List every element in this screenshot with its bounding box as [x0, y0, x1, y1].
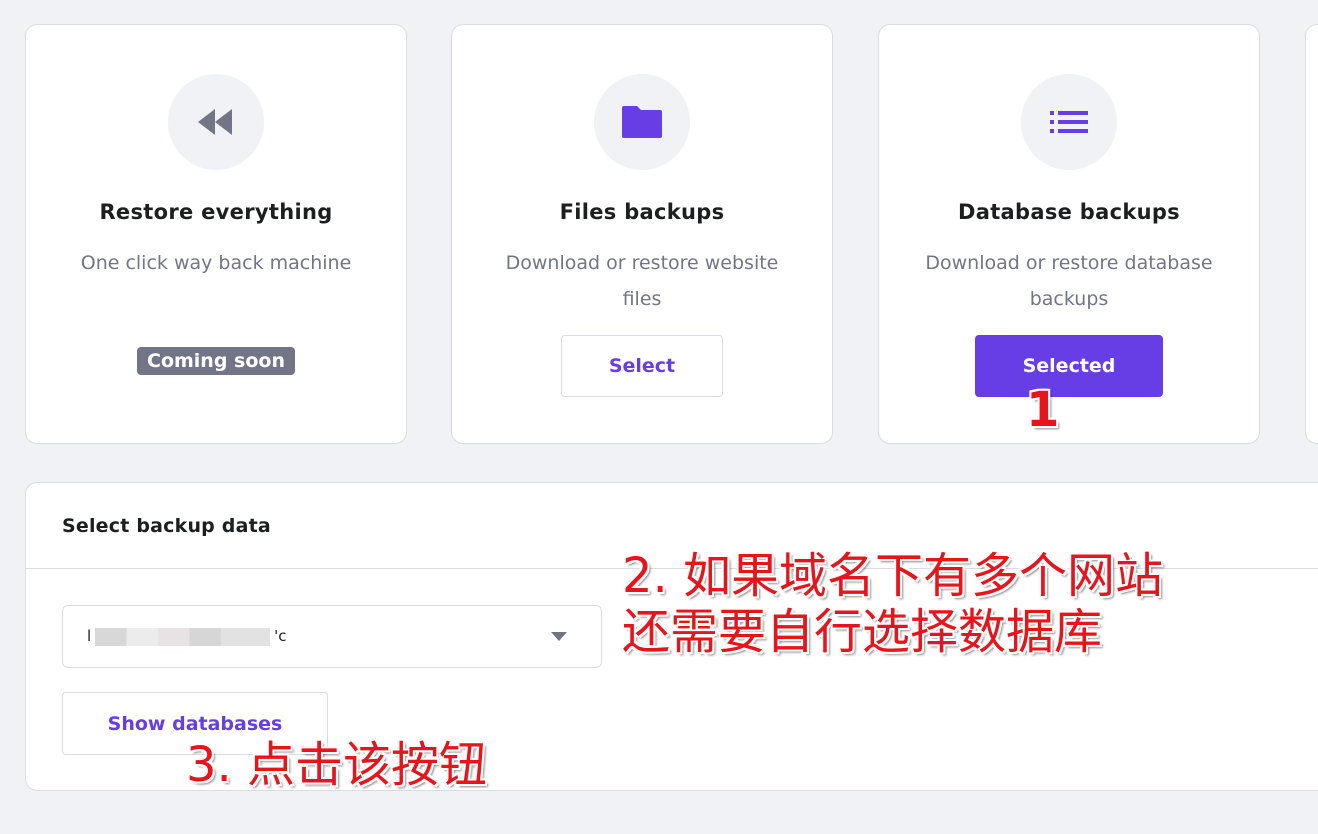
select-backup-data-panel: Select backup data l 'c Show databases: [25, 482, 1318, 791]
rewind-icon: [198, 109, 232, 135]
partial-card: [1305, 24, 1318, 444]
select-value-suffix: 'c: [274, 627, 287, 646]
icon-circle: [594, 74, 690, 170]
card-title: Database backups: [958, 200, 1180, 224]
restore-everything-card: Restore everything One click way back ma…: [25, 24, 407, 444]
select-files-button[interactable]: Select: [561, 335, 723, 397]
icon-circle: [1021, 74, 1117, 170]
selected-database-button[interactable]: Selected: [975, 335, 1163, 397]
panel-title: Select backup data: [26, 483, 1318, 569]
card-description: Download or restore database backups: [925, 252, 1213, 310]
folder-icon: [622, 106, 662, 138]
database-backups-card: Database backups Download or restore dat…: [878, 24, 1260, 444]
redacted-text: [95, 627, 271, 646]
card-title: Files backups: [559, 200, 725, 224]
caret-down-icon[interactable]: [551, 632, 567, 641]
files-backups-card: Files backups Download or restore websit…: [451, 24, 833, 444]
card-title: Restore everything: [99, 200, 333, 224]
card-description: One click way back machine: [80, 252, 352, 274]
icon-circle: [168, 74, 264, 170]
list-icon: [1050, 111, 1088, 133]
select-value-prefix: l: [87, 627, 92, 646]
select-value: l 'c: [87, 627, 287, 646]
coming-soon-badge: Coming soon: [137, 347, 295, 375]
card-description: Download or restore website files: [505, 252, 779, 310]
website-select[interactable]: l 'c: [62, 605, 602, 668]
show-databases-button[interactable]: Show databases: [62, 692, 328, 755]
